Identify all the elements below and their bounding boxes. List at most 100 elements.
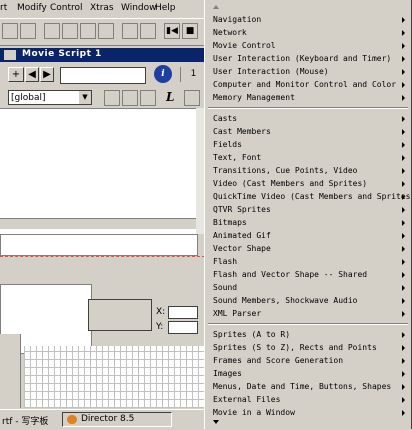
script-horizontal-scrollbar[interactable]	[0, 218, 196, 229]
menu-item-label: Transitions, Cue Points, Video	[213, 166, 358, 175]
submenu-arrow-icon	[402, 410, 405, 416]
lingo-menu-icon[interactable]	[184, 90, 200, 106]
uncomment-icon[interactable]	[140, 90, 156, 106]
taskbar: rtf - 写字板 Director 8.5	[0, 409, 205, 430]
submenu-arrow-icon	[402, 155, 405, 161]
menu-item[interactable]: Sprites (S to Z), Rects and Points	[213, 341, 405, 354]
menu-control[interactable]: Control	[50, 3, 83, 13]
scroll-up-icon[interactable]	[213, 5, 219, 9]
menu-item[interactable]: Movie in a Window	[213, 406, 405, 419]
menu-item[interactable]: Sound Members, Shockwave Audio	[213, 294, 405, 307]
menu-item-label: QTVR Sprites	[213, 205, 271, 214]
scope-select[interactable]: [global] ▼	[8, 90, 92, 105]
menu-item-label: Video (Cast Members and Sprites)	[213, 179, 368, 188]
copy-icon[interactable]	[80, 23, 96, 39]
submenu-arrow-icon	[402, 129, 405, 135]
menu-item[interactable]: Cast Members	[213, 125, 405, 138]
menu-item[interactable]: Flash	[213, 255, 405, 268]
score-panel: X: Y:	[0, 234, 205, 429]
submenu-arrow-icon	[402, 194, 405, 200]
menu-item[interactable]: Navigation	[213, 13, 405, 26]
menu-file-partial[interactable]: rt	[0, 3, 7, 13]
menu-item[interactable]: User Interaction (Mouse)	[213, 65, 405, 78]
submenu-arrow-icon	[402, 168, 405, 174]
menu-item[interactable]: Transitions, Cue Points, Video	[213, 164, 405, 177]
menu-window[interactable]: Window	[121, 3, 157, 13]
chevron-down-icon[interactable]: ▼	[79, 91, 91, 104]
info-button[interactable]: i	[154, 65, 172, 83]
new-script-button[interactable]: +	[8, 67, 24, 82]
menu-item-label: Memory Management	[213, 93, 295, 102]
menu-item[interactable]: QTVR Sprites	[213, 203, 405, 216]
menu-item[interactable]: Text, Font	[213, 151, 405, 164]
next-script-button[interactable]: ▶	[40, 67, 54, 82]
menu-item[interactable]: Menus, Date and Time, Buttons, Shapes	[213, 380, 405, 393]
menu-item[interactable]: Movie Control	[213, 39, 405, 52]
submenu-arrow-icon	[402, 116, 405, 122]
menu-item-label: Animated Gif	[213, 231, 271, 240]
menu-item-label: Vector Shape	[213, 244, 271, 253]
print-icon[interactable]	[20, 23, 36, 39]
menu-item[interactable]: Sprites (A to R)	[213, 328, 405, 341]
menu-item[interactable]: Frames and Score Generation	[213, 354, 405, 367]
cut-icon[interactable]	[62, 23, 78, 39]
submenu-arrow-icon	[402, 82, 405, 88]
find-icon[interactable]	[122, 23, 138, 39]
menu-item-label: Casts	[213, 114, 238, 123]
menu-item[interactable]: Network	[213, 26, 405, 39]
menu-item[interactable]: Vector Shape	[213, 242, 405, 255]
submenu-arrow-icon	[402, 345, 405, 351]
submenu-arrow-icon	[402, 30, 405, 36]
scroll-down-icon[interactable]	[213, 420, 219, 424]
comment-icon[interactable]	[122, 90, 138, 106]
menu-help[interactable]: Help	[155, 3, 176, 13]
submenu-arrow-icon	[402, 207, 405, 213]
menu-item-label: Text, Font	[213, 153, 262, 162]
script-name-field[interactable]	[60, 67, 146, 84]
submenu-arrow-icon	[402, 181, 405, 187]
cast-number: 1	[180, 67, 206, 82]
taskbar-item-wordpad[interactable]: rtf - 写字板	[2, 414, 48, 427]
prev-script-button[interactable]: ◀	[25, 67, 39, 82]
menu-item-label: Cast Members	[213, 127, 271, 136]
menu-item-label: Computer and Monitor Control and Color	[213, 80, 397, 89]
menu-item[interactable]: Fields	[213, 138, 405, 151]
menu-item[interactable]: External Files	[213, 393, 405, 406]
menu-item[interactable]: Flash and Vector Shape -- Shared	[213, 268, 405, 281]
paste-icon[interactable]	[98, 23, 114, 39]
find-handler-icon[interactable]	[104, 90, 120, 106]
menu-item[interactable]: Sound	[213, 281, 405, 294]
menu-item[interactable]: User Interaction (Keyboard and Timer)	[213, 52, 405, 65]
y-field[interactable]	[168, 321, 198, 334]
taskbar-item-director[interactable]: Director 8.5	[62, 412, 172, 427]
menu-item[interactable]: Computer and Monitor Control and Color	[213, 78, 405, 91]
menu-item-label: External Files	[213, 395, 281, 404]
menu-modify[interactable]: Modify	[17, 3, 47, 13]
main-toolbar: ▮◀ ■	[0, 19, 205, 46]
menu-item[interactable]: Memory Management	[213, 91, 405, 104]
score-side-controls	[0, 334, 21, 408]
menu-item-label: Network	[213, 28, 247, 37]
menu-item[interactable]: Video (Cast Members and Sprites)	[213, 177, 405, 190]
menu-item[interactable]: XML Parser	[213, 307, 405, 320]
save-icon[interactable]	[2, 23, 18, 39]
menu-item[interactable]: Animated Gif	[213, 229, 405, 242]
stop-button[interactable]: ■	[182, 23, 198, 39]
submenu-arrow-icon	[402, 56, 405, 62]
import-icon[interactable]	[140, 23, 156, 39]
script-title-bar[interactable]: Movie Script 1	[0, 48, 205, 62]
menu-item-label: Menus, Date and Time, Buttons, Shapes	[213, 382, 392, 391]
menu-item[interactable]: Bitmaps	[213, 216, 405, 229]
menu-xtras[interactable]: Xtras	[90, 3, 114, 13]
undo-icon[interactable]	[44, 23, 60, 39]
menu-item-label: Bitmaps	[213, 218, 247, 227]
menu-separator	[208, 323, 408, 325]
menu-item[interactable]: Images	[213, 367, 405, 380]
lingo-l-button[interactable]: L	[166, 90, 180, 105]
x-field[interactable]	[168, 306, 198, 319]
menu-item[interactable]: QuickTime Video (Cast Members and Sprite…	[213, 190, 412, 203]
score-channel-strip[interactable]	[0, 234, 198, 256]
score-grid[interactable]	[24, 346, 205, 408]
menu-item[interactable]: Casts	[213, 112, 405, 125]
rewind-icon[interactable]: ▮◀	[164, 23, 180, 39]
